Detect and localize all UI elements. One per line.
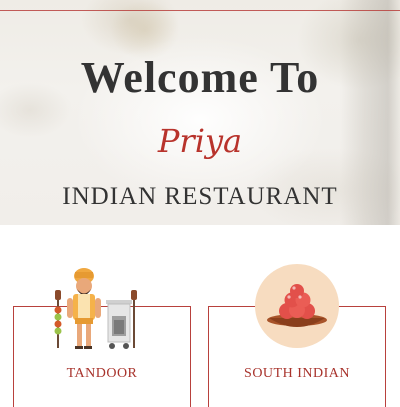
hero-background-bokeh — [110, 0, 180, 60]
category-label[interactable]: TANDOOR — [14, 366, 190, 382]
sweets-bowl-icon — [253, 262, 341, 350]
restaurant-name: Priya — [157, 122, 243, 160]
tandoor-chef-icon — [48, 260, 144, 356]
top-divider — [0, 10, 400, 11]
restaurant-subtitle: INDIAN RESTAURANT — [62, 183, 338, 210]
category-label[interactable]: SOUTH INDIAN — [209, 366, 385, 382]
welcome-heading: Welcome To — [80, 53, 320, 102]
